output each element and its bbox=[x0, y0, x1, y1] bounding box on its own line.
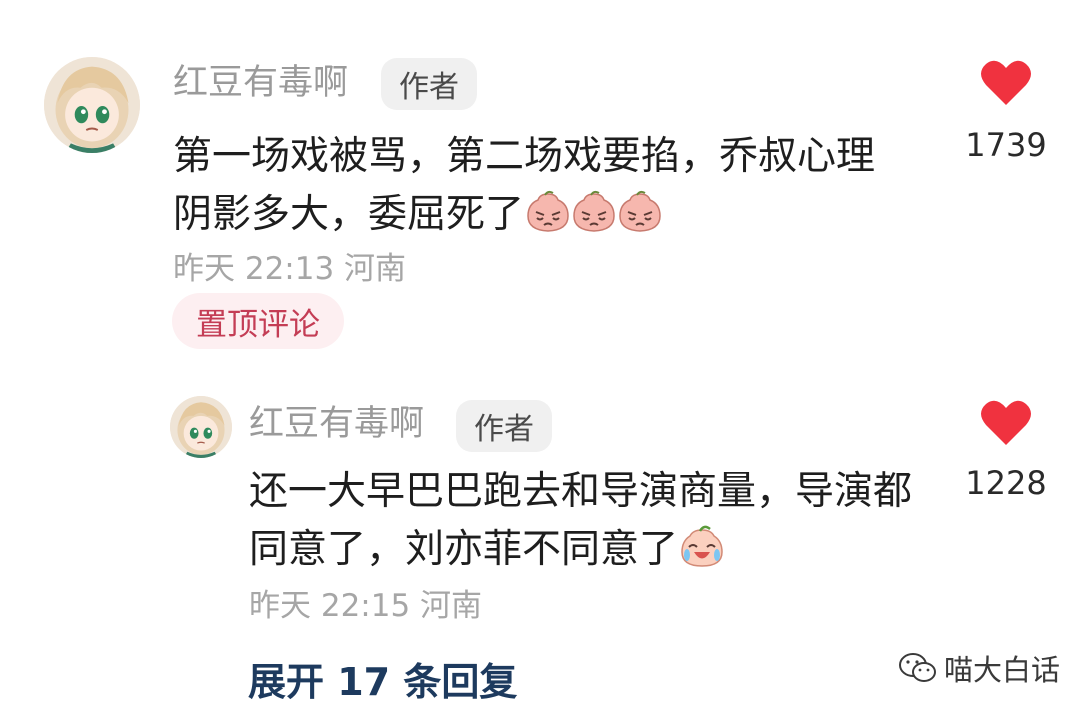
sad-face-emoji bbox=[618, 190, 662, 234]
comment-timestamp: 昨天 22:13 河南 bbox=[173, 251, 407, 287]
reply-username[interactable]: 红豆有毒啊 bbox=[249, 407, 424, 442]
wechat-icon bbox=[899, 653, 936, 682]
sad-face-emoji bbox=[572, 190, 616, 234]
watermark-text: 喵大白话 bbox=[944, 653, 1061, 687]
like-heart-icon[interactable] bbox=[980, 58, 1032, 108]
reply-like-count: 1228 bbox=[965, 464, 1047, 502]
reply-avatar[interactable] bbox=[170, 396, 232, 458]
reply-text-body: 还一大早巴巴跑去和导演商量，导演都同意了，刘亦菲不同意了 bbox=[249, 469, 913, 572]
reply-text: 还一大早巴巴跑去和导演商量，导演都同意了，刘亦菲不同意了 bbox=[249, 463, 929, 579]
reply-author-badge: 作者 bbox=[456, 400, 552, 452]
avatar[interactable] bbox=[44, 57, 140, 153]
crying-laugh-emoji bbox=[680, 525, 724, 569]
pinned-comment-tag: 置顶评论 bbox=[172, 293, 344, 349]
comment-text-body: 第一场戏被骂，第二场戏要掐，乔叔心理阴影多大，委屈死了 bbox=[173, 134, 876, 237]
like-count: 1739 bbox=[965, 126, 1047, 164]
comment-text: 第一场戏被骂，第二场戏要掐，乔叔心理阴影多大，委屈死了 bbox=[173, 128, 913, 244]
reply-like-heart-icon[interactable] bbox=[980, 398, 1032, 448]
username[interactable]: 红豆有毒啊 bbox=[173, 66, 348, 101]
reply-timestamp: 昨天 22:15 河南 bbox=[249, 588, 483, 624]
author-badge: 作者 bbox=[381, 58, 477, 110]
sad-face-emoji bbox=[526, 190, 570, 234]
watermark: 喵大白话 bbox=[898, 647, 1060, 689]
expand-replies-button[interactable]: 展开 17 条回复 bbox=[248, 651, 517, 706]
